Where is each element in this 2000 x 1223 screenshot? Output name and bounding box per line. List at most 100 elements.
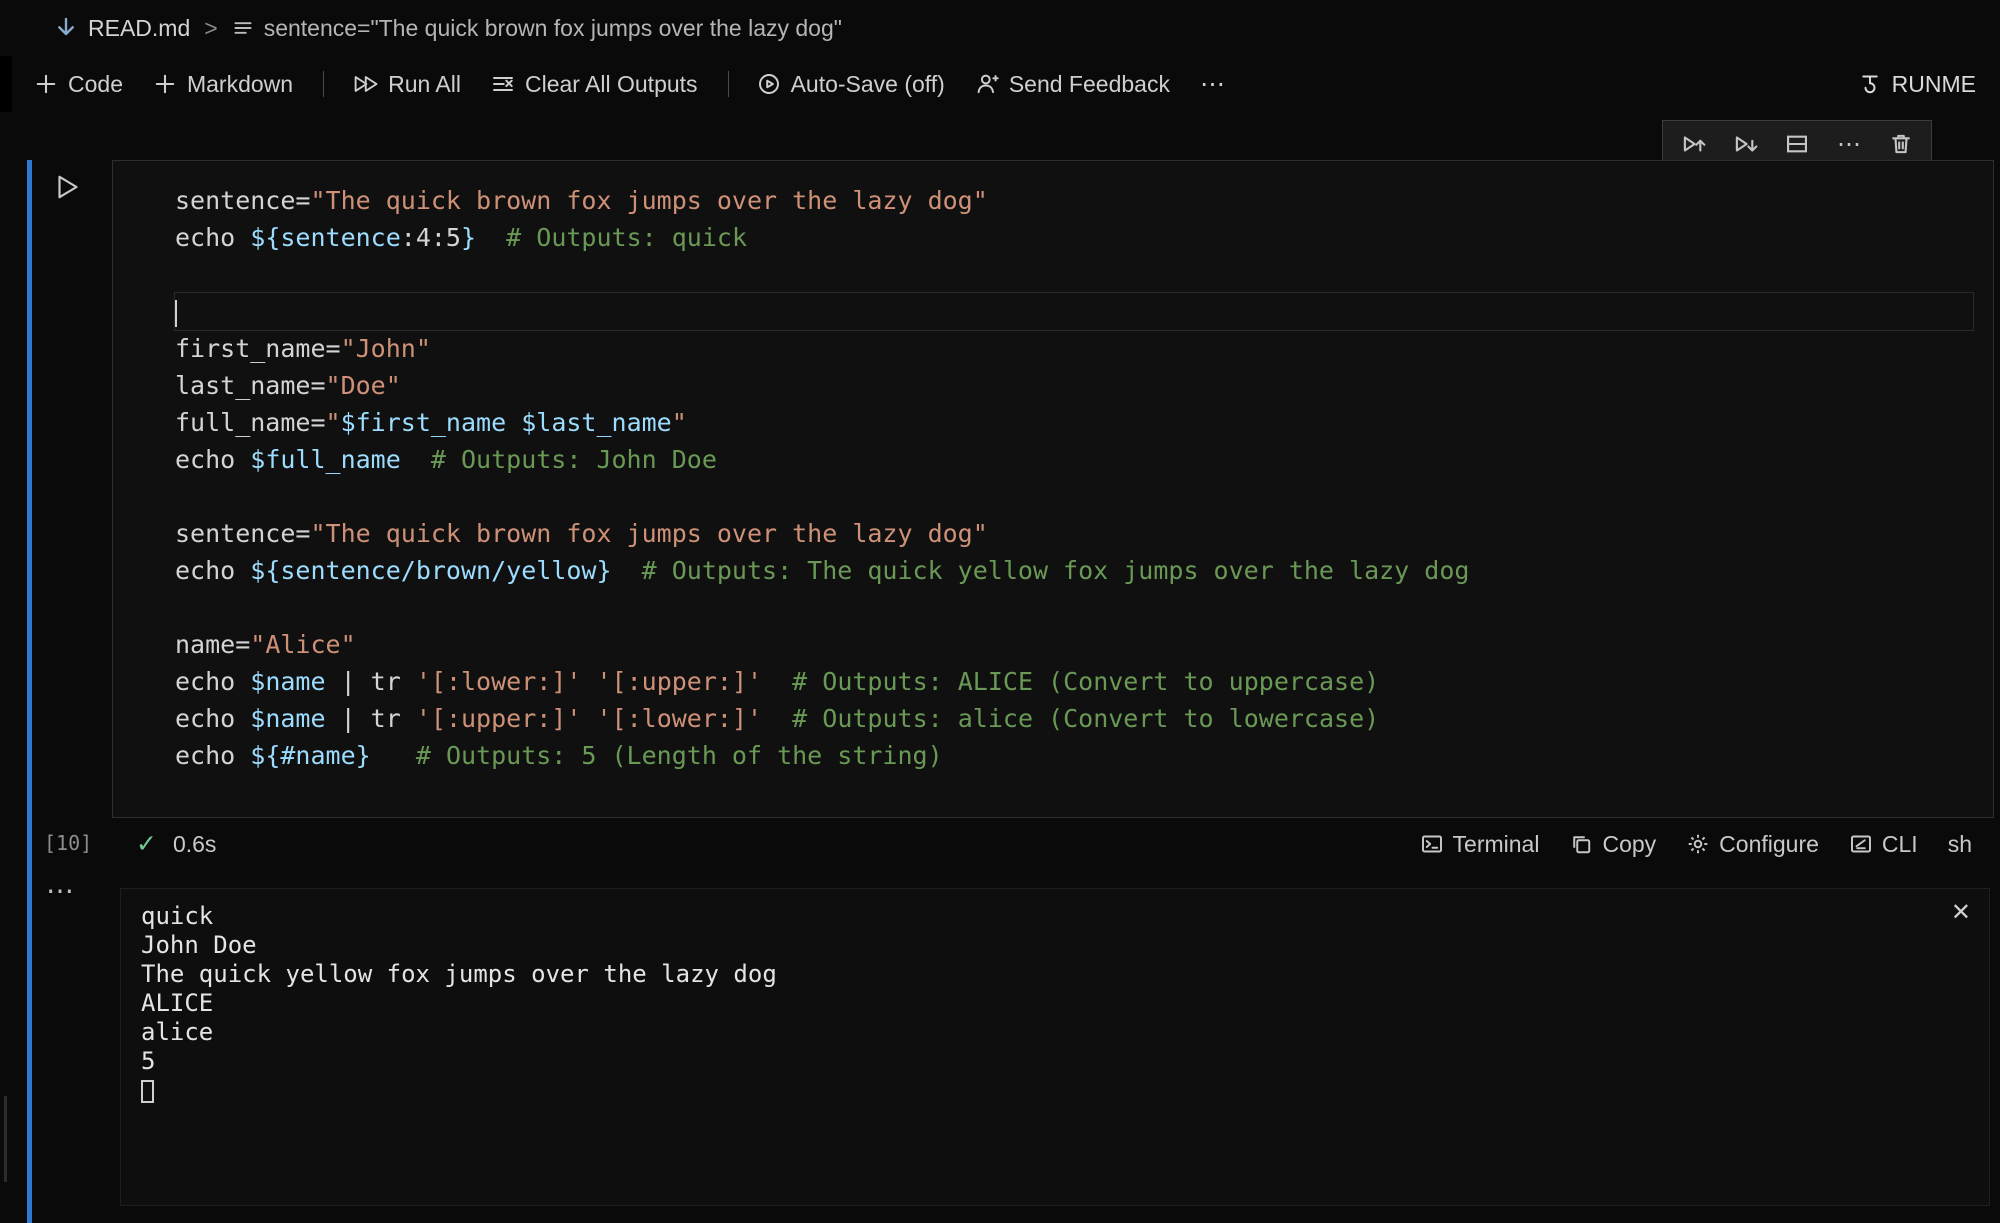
output-menu-button[interactable]: ⋯ <box>46 874 74 907</box>
split-cell-button[interactable] <box>1773 124 1821 164</box>
code-lines: sentence="The quick brown fox jumps over… <box>175 182 1973 774</box>
cell-more-actions-button[interactable]: ⋯ <box>1825 124 1873 164</box>
code-token: " <box>672 408 687 437</box>
code-token: '[:upper:]' <box>596 667 762 696</box>
toolbar-more-button[interactable]: ⋯ <box>1200 69 1227 99</box>
run-cell-button[interactable] <box>52 172 82 202</box>
code-token: ${#name} <box>250 741 370 770</box>
output-line: 5 <box>141 1047 1969 1076</box>
code-line[interactable]: sentence="The quick brown fox jumps over… <box>175 182 1973 219</box>
code-line[interactable] <box>175 589 1973 626</box>
code-token <box>506 408 521 437</box>
code-token <box>476 223 506 252</box>
code-line[interactable]: full_name="$first_name $last_name" <box>175 404 1973 441</box>
code-token: full_name= <box>175 408 326 437</box>
code-token: $full_name <box>250 445 401 474</box>
send-feedback-button[interactable]: Send Feedback <box>975 71 1170 98</box>
code-token: :4:5 <box>401 223 461 252</box>
add-code-label: Code <box>68 71 123 98</box>
code-token: $name <box>250 667 325 696</box>
code-line[interactable] <box>175 256 1973 293</box>
execute-above-button[interactable] <box>1669 124 1717 164</box>
code-token: sentence= <box>175 519 310 548</box>
code-line[interactable] <box>175 478 1973 515</box>
add-markdown-button[interactable]: Markdown <box>153 71 293 98</box>
code-token: echo <box>175 445 250 474</box>
cell-language-picker[interactable]: sh <box>1948 831 1972 858</box>
execution-duration: 0.6s <box>173 831 216 858</box>
cell-focus-indicator <box>27 160 32 1223</box>
code-token: # Outputs: ALICE (Convert to uppercase) <box>792 667 1379 696</box>
runme-kernel-button[interactable]: RUNME <box>1858 71 2000 98</box>
run-all-label: Run All <box>388 71 461 98</box>
code-line[interactable]: echo ${sentence:4:5} # Outputs: quick <box>175 219 1973 256</box>
code-token: echo <box>175 556 250 585</box>
auto-save-button[interactable]: Auto-Save (off) <box>757 71 945 98</box>
cell-status-actions: Terminal Copy Configure CLI sh <box>1420 818 1972 870</box>
cli-icon <box>1849 832 1873 856</box>
code-token <box>612 556 642 585</box>
code-line[interactable]: echo $name | tr '[:upper:]' '[:lower:]' … <box>175 700 1973 737</box>
code-token: ${sentence/brown/yellow} <box>250 556 611 585</box>
code-token: $first_name <box>341 408 507 437</box>
code-token: $name <box>250 704 325 733</box>
runme-logo-icon <box>1858 72 1882 96</box>
configure-label: Configure <box>1719 831 1819 858</box>
code-token: echo <box>175 741 250 770</box>
runme-notebook-window: READ.md > sentence="The quick brown fox … <box>0 0 2000 1223</box>
output-line: alice <box>141 1018 1969 1047</box>
terminal-button[interactable]: Terminal <box>1420 831 1540 858</box>
output-line <box>141 1076 1969 1105</box>
execute-below-button[interactable] <box>1721 124 1769 164</box>
toolbar-divider <box>728 71 729 97</box>
success-check-icon: ✓ <box>136 829 157 859</box>
code-token: "Doe" <box>326 371 401 400</box>
output-line: The quick yellow fox jumps over the lazy… <box>141 960 1969 989</box>
code-token <box>401 445 431 474</box>
code-line[interactable]: echo ${sentence/brown/yellow} # Outputs:… <box>175 552 1973 589</box>
code-line[interactable]: first_name="John" <box>175 330 1973 367</box>
breadcrumb-file[interactable]: READ.md <box>88 15 190 42</box>
breadcrumb-section[interactable]: sentence="The quick brown fox jumps over… <box>264 15 842 42</box>
code-token: # Outputs: The quick yellow fox jumps ov… <box>642 556 1470 585</box>
cell-output-panel: ✕ quickJohn DoeThe quick yellow fox jump… <box>120 888 1990 1206</box>
code-line[interactable]: echo ${#name} # Outputs: 5 (Length of th… <box>175 737 1973 774</box>
code-token: $last_name <box>521 408 672 437</box>
copy-button[interactable]: Copy <box>1569 831 1656 858</box>
add-code-button[interactable]: Code <box>34 71 123 98</box>
code-token: echo <box>175 704 250 733</box>
cell-status-bar: [10] ✓ 0.6s Terminal Copy C <box>0 818 1994 870</box>
code-token: # Outputs: 5 (Length of the string) <box>416 741 943 770</box>
close-output-button[interactable]: ✕ <box>1951 901 1971 925</box>
code-token: echo <box>175 667 250 696</box>
code-token: "The quick brown fox jumps over the lazy… <box>310 186 987 215</box>
code-token: ${sentence <box>250 223 401 252</box>
auto-save-icon <box>757 72 781 96</box>
code-token: first_name= <box>175 334 341 363</box>
terminal-cursor-icon <box>141 1080 154 1103</box>
code-token: echo <box>175 223 250 252</box>
code-line[interactable]: last_name="Doe" <box>175 367 1973 404</box>
code-line[interactable]: sentence="The quick brown fox jumps over… <box>175 515 1973 552</box>
markdown-file-icon <box>54 16 78 40</box>
code-token: } <box>461 223 476 252</box>
code-line[interactable]: echo $name | tr '[:lower:]' '[:upper:]' … <box>175 663 1973 700</box>
code-cell-editor[interactable]: sentence="The quick brown fox jumps over… <box>112 160 1994 818</box>
delete-cell-button[interactable] <box>1877 124 1925 164</box>
scrollbar[interactable] <box>4 1096 7 1182</box>
code-token: sentence= <box>175 186 310 215</box>
run-all-button[interactable]: Run All <box>352 71 461 98</box>
breadcrumb-separator: > <box>204 15 217 42</box>
configure-button[interactable]: Configure <box>1686 831 1819 858</box>
code-line[interactable]: echo $full_name # Outputs: John Doe <box>175 441 1973 478</box>
code-line[interactable] <box>175 293 1973 330</box>
copy-icon <box>1569 832 1593 856</box>
cli-button[interactable]: CLI <box>1849 831 1918 858</box>
add-markdown-label: Markdown <box>187 71 293 98</box>
runme-brand-label: RUNME <box>1892 71 1976 98</box>
clear-all-outputs-button[interactable]: Clear All Outputs <box>491 71 698 98</box>
code-token: # Outputs: quick <box>506 223 747 252</box>
copy-label: Copy <box>1602 831 1656 858</box>
code-line[interactable]: name="Alice" <box>175 626 1973 663</box>
clear-all-outputs-label: Clear All Outputs <box>525 71 698 98</box>
